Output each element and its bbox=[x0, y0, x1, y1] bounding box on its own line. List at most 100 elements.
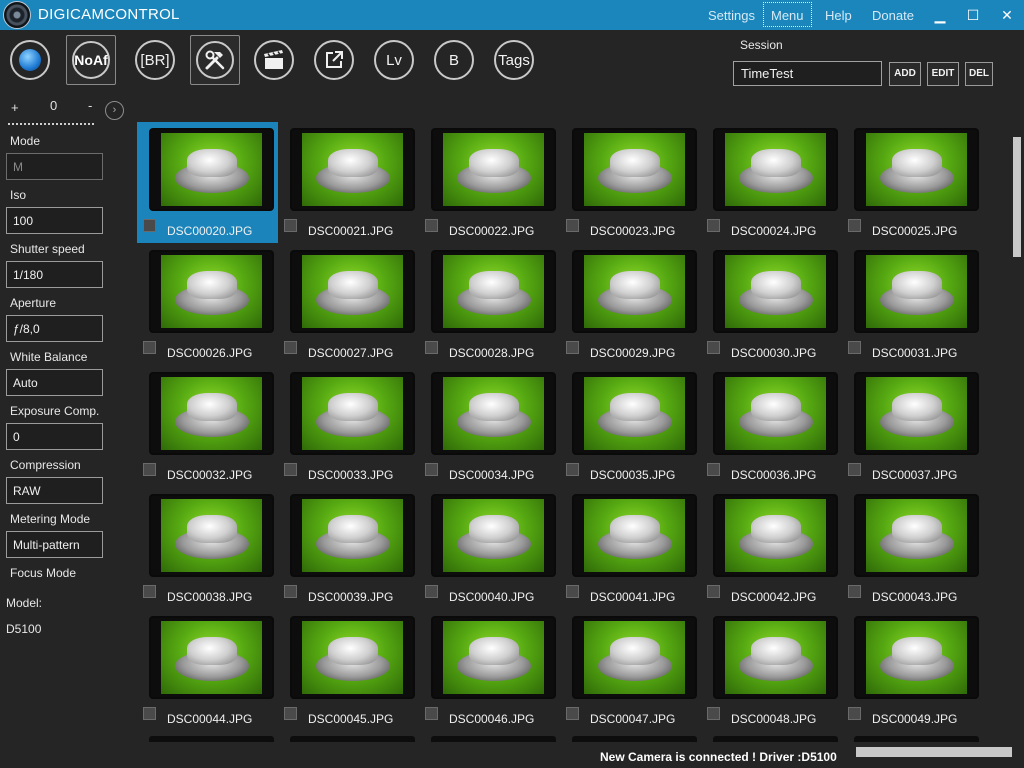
settings-menu[interactable]: Settings bbox=[708, 8, 755, 23]
thumbnail-image[interactable] bbox=[149, 372, 274, 455]
thumbnail-image[interactable] bbox=[431, 616, 556, 699]
gallery-vertical-scrollbar[interactable] bbox=[1013, 137, 1021, 257]
thumbnail-image[interactable] bbox=[713, 128, 838, 211]
thumbnail-tile[interactable]: DSC00039.JPG bbox=[278, 488, 419, 609]
white-balance-select[interactable]: Auto bbox=[6, 369, 103, 396]
thumbnail-image[interactable] bbox=[290, 494, 415, 577]
thumbnail-image[interactable] bbox=[854, 494, 979, 577]
thumbnail-checkbox[interactable] bbox=[143, 463, 156, 476]
thumbnail-checkbox[interactable] bbox=[707, 219, 720, 232]
thumbnail-image[interactable] bbox=[854, 372, 979, 455]
thumbnail-tile[interactable]: DSC00029.JPG bbox=[560, 244, 701, 365]
capture-no-af-button[interactable]: NoAf bbox=[66, 35, 116, 85]
thumbnail-tile[interactable]: DSC00049.JPG bbox=[842, 610, 983, 731]
thumbnail-image[interactable] bbox=[713, 616, 838, 699]
thumbnail-image[interactable] bbox=[854, 128, 979, 211]
thumbnail-checkbox[interactable] bbox=[707, 707, 720, 720]
thumbnail-checkbox[interactable] bbox=[848, 341, 861, 354]
thumbnail-image[interactable] bbox=[290, 616, 415, 699]
thumbnail-checkbox[interactable] bbox=[425, 585, 438, 598]
thumbnail-tile[interactable]: DSC00042.JPG bbox=[701, 488, 842, 609]
close-icon[interactable]: ✕ bbox=[996, 4, 1018, 26]
thumbnail-checkbox[interactable] bbox=[707, 463, 720, 476]
thumbnail-image[interactable] bbox=[290, 250, 415, 333]
thumbnail-checkbox[interactable] bbox=[566, 341, 579, 354]
export-button[interactable] bbox=[314, 40, 354, 80]
tags-button[interactable]: Tags bbox=[494, 40, 534, 80]
thumbnail-image[interactable] bbox=[431, 494, 556, 577]
thumbnail-checkbox[interactable] bbox=[848, 707, 861, 720]
thumbnail-tile[interactable]: DSC00022.JPG bbox=[419, 122, 560, 243]
bracketing-button[interactable]: [BR] bbox=[135, 40, 175, 80]
settings-tools-button[interactable] bbox=[190, 35, 240, 85]
thumbnail-image[interactable] bbox=[149, 128, 274, 211]
thumbnail-tile[interactable]: DSC00044.JPG bbox=[137, 610, 278, 731]
thumbnail-image[interactable] bbox=[149, 250, 274, 333]
thumbnail-image[interactable] bbox=[290, 128, 415, 211]
thumbnail-checkbox[interactable] bbox=[566, 707, 579, 720]
thumbnail-tile[interactable]: DSC00033.JPG bbox=[278, 366, 419, 487]
movie-button[interactable] bbox=[254, 40, 294, 80]
thumbnail-checkbox[interactable] bbox=[284, 707, 297, 720]
metering-mode-select[interactable]: Multi-pattern bbox=[6, 531, 103, 558]
thumbnail-tile[interactable]: DSC00046.JPG bbox=[419, 610, 560, 731]
thumbnail-checkbox[interactable] bbox=[848, 219, 861, 232]
thumbnail-image[interactable] bbox=[854, 616, 979, 699]
thumbnail-tile[interactable]: DSC00034.JPG bbox=[419, 366, 560, 487]
thumbnail-checkbox[interactable] bbox=[143, 585, 156, 598]
thumbnail-checkbox[interactable] bbox=[425, 463, 438, 476]
thumbnail-image[interactable] bbox=[713, 494, 838, 577]
thumbnail-image[interactable] bbox=[572, 128, 697, 211]
thumbnail-checkbox[interactable] bbox=[848, 585, 861, 598]
maximize-icon[interactable]: ☐ bbox=[962, 4, 984, 26]
thumbnail-checkbox[interactable] bbox=[284, 585, 297, 598]
capture-button[interactable] bbox=[10, 40, 50, 80]
thumbnail-checkbox[interactable] bbox=[284, 341, 297, 354]
thumbnail-tile[interactable]: DSC00043.JPG bbox=[842, 488, 983, 609]
thumbnail-checkbox[interactable] bbox=[425, 341, 438, 354]
session-add-button[interactable]: ADD bbox=[889, 62, 921, 86]
thumbnail-image[interactable] bbox=[431, 128, 556, 211]
thumbnail-image[interactable] bbox=[713, 250, 838, 333]
thumbnail-tile[interactable]: DSC00045.JPG bbox=[278, 610, 419, 731]
thumbnail-tile[interactable]: DSC00028.JPG bbox=[419, 244, 560, 365]
thumbnail-checkbox[interactable] bbox=[566, 219, 579, 232]
thumbnail-tile[interactable]: DSC00030.JPG bbox=[701, 244, 842, 365]
thumbnail-tile[interactable]: DSC00031.JPG bbox=[842, 244, 983, 365]
session-edit-button[interactable]: EDIT bbox=[927, 62, 959, 86]
thumbnail-tile[interactable]: DSC00032.JPG bbox=[137, 366, 278, 487]
thumbnail-image[interactable] bbox=[431, 250, 556, 333]
thumbnail-image[interactable] bbox=[572, 372, 697, 455]
thumbnail-checkbox[interactable] bbox=[707, 585, 720, 598]
thumbnail-tile[interactable]: DSC00020.JPG bbox=[137, 122, 278, 243]
bulb-button[interactable]: B bbox=[434, 40, 474, 80]
thumbnail-gallery[interactable]: DSC00020.JPG DSC00021.JPG DSC00022.JPG DSC0… bbox=[137, 122, 1013, 742]
thumbnail-checkbox[interactable] bbox=[566, 585, 579, 598]
thumbnail-checkbox[interactable] bbox=[284, 463, 297, 476]
progress-scrollbar[interactable] bbox=[856, 747, 1012, 757]
thumbnail-tile[interactable]: DSC00037.JPG bbox=[842, 366, 983, 487]
chevron-right-icon[interactable]: › bbox=[105, 101, 124, 120]
thumbnail-image[interactable] bbox=[572, 494, 697, 577]
minimize-icon[interactable]: ▁ bbox=[929, 4, 951, 26]
thumbnail-tile[interactable]: DSC00035.JPG bbox=[560, 366, 701, 487]
thumbnail-tile[interactable]: DSC00048.JPG bbox=[701, 610, 842, 731]
thumbnail-checkbox[interactable] bbox=[143, 707, 156, 720]
thumbnail-tile[interactable]: DSC00026.JPG bbox=[137, 244, 278, 365]
thumbnail-tile[interactable]: DSC00040.JPG bbox=[419, 488, 560, 609]
thumbnail-checkbox[interactable] bbox=[848, 463, 861, 476]
menu-button[interactable]: Menu bbox=[763, 2, 812, 27]
thumbnail-tile[interactable]: DSC00024.JPG bbox=[701, 122, 842, 243]
thumbnail-image[interactable] bbox=[572, 250, 697, 333]
thumbnail-tile[interactable]: DSC00023.JPG bbox=[560, 122, 701, 243]
session-delete-button[interactable]: DEL bbox=[965, 62, 993, 86]
iso-select[interactable]: 100 bbox=[6, 207, 103, 234]
thumbnail-checkbox[interactable] bbox=[143, 341, 156, 354]
thumbnail-image[interactable] bbox=[854, 250, 979, 333]
thumbnail-image[interactable] bbox=[290, 372, 415, 455]
thumbnail-image[interactable] bbox=[149, 616, 274, 699]
thumbnail-checkbox[interactable] bbox=[425, 219, 438, 232]
session-input[interactable] bbox=[733, 61, 882, 86]
thumbnail-image[interactable] bbox=[431, 372, 556, 455]
thumbnail-tile[interactable]: DSC00021.JPG bbox=[278, 122, 419, 243]
